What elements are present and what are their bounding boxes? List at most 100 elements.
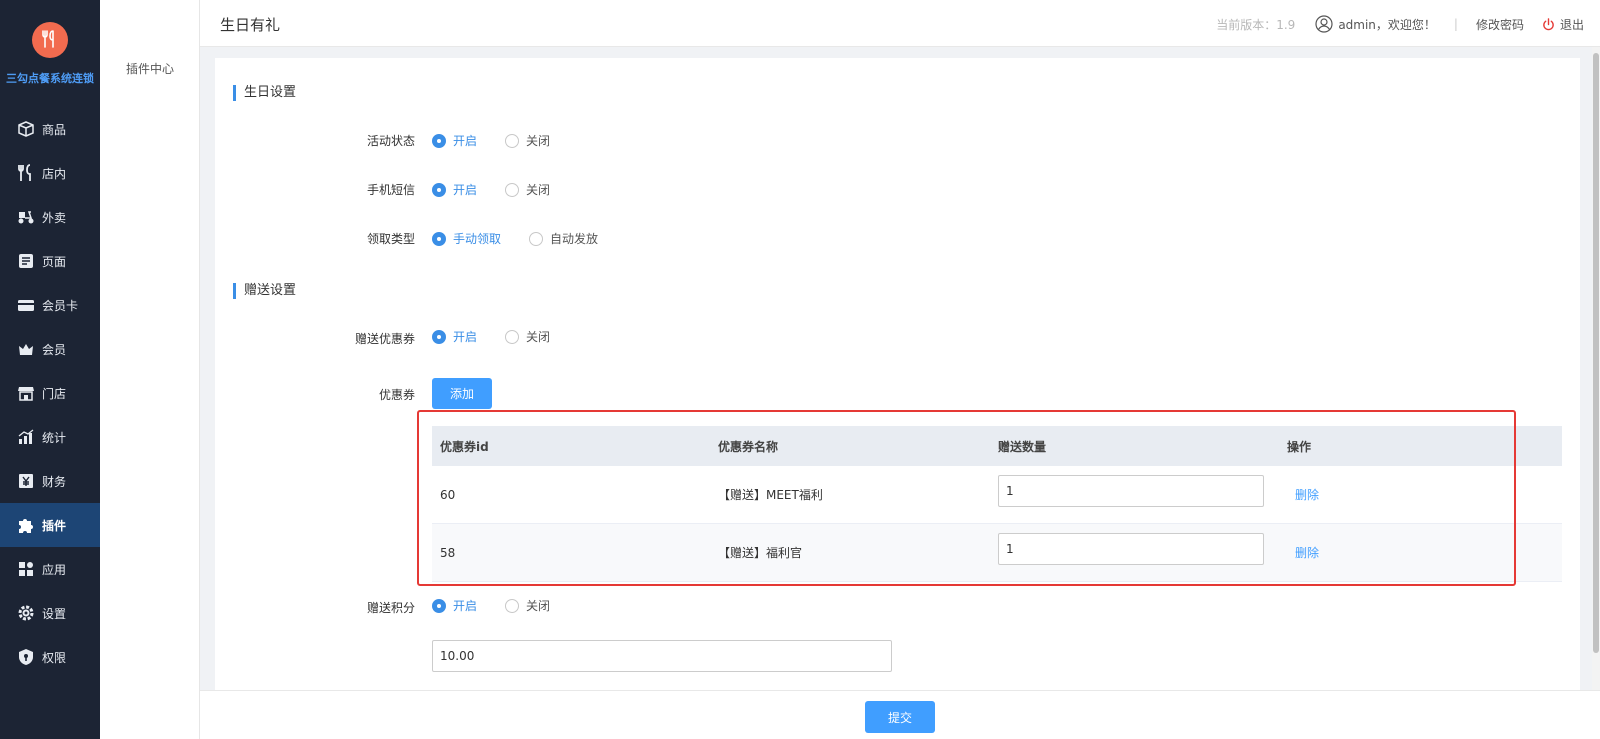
- header-divider: |: [1453, 17, 1458, 31]
- nav-label: 店内: [42, 166, 67, 181]
- scooter-icon: [16, 207, 36, 227]
- radio-claim-auto[interactable]: 自动发放: [529, 230, 598, 247]
- radio-coupon-on[interactable]: 开启: [432, 328, 477, 345]
- qty-input[interactable]: [998, 532, 1264, 565]
- label-sms: 手机短信: [366, 183, 415, 197]
- yen-icon: [16, 471, 36, 491]
- radio-label: 开启: [453, 330, 478, 344]
- top-header: 生日有礼 当前版本：1.9 admin，欢迎您！ | 修改密码 退出: [200, 0, 1600, 47]
- nav-item-takeaway[interactable]: 外卖: [0, 195, 100, 239]
- main-panel: 生日设置 活动状态 开启 关闭 手机短信 开启 关闭 领取类型 手动领取 自动发…: [215, 58, 1580, 690]
- delete-link[interactable]: 删除: [1295, 488, 1319, 502]
- section-title-gift: 赠送设置: [233, 283, 296, 299]
- radio-dot: [432, 133, 446, 148]
- cell-coupon-name: 【赠送】福利官: [718, 546, 803, 560]
- scrollbar-thumb[interactable]: [1593, 53, 1599, 653]
- header-coupon-name: 优惠券名称: [718, 439, 779, 454]
- delete-link[interactable]: 删除: [1295, 546, 1319, 560]
- nav-label: 插件: [42, 518, 67, 533]
- radio-sms-on[interactable]: 开启: [432, 181, 477, 198]
- nav-item-page[interactable]: 页面: [0, 239, 100, 283]
- label-activity-status: 活动状态: [366, 134, 415, 148]
- puzzle-icon: [16, 515, 36, 535]
- power-icon: [1542, 17, 1555, 31]
- brand-name: 三勾点餐系统连锁: [6, 72, 94, 85]
- logo[interactable]: [32, 22, 68, 58]
- add-coupon-button[interactable]: 添加: [432, 378, 492, 409]
- radio-dot: [505, 182, 519, 197]
- user-icon: [1315, 15, 1333, 33]
- radio-activity-off[interactable]: 关闭: [505, 132, 550, 149]
- nav-label: 会员卡: [42, 298, 79, 313]
- user-info: admin，欢迎您！: [1315, 15, 1436, 33]
- table-row: 58 【赠送】福利官 删除: [432, 524, 1562, 582]
- label-gift-coupon: 赠送优惠券: [354, 332, 415, 346]
- nav-item-member-card[interactable]: 会员卡: [0, 283, 100, 327]
- radio-dot: [529, 231, 543, 246]
- cell-qty: [998, 532, 1281, 565]
- shield-icon: [16, 647, 36, 667]
- radio-dot: [505, 329, 519, 344]
- submit-button[interactable]: 提交: [865, 701, 935, 733]
- radio-points-off[interactable]: 关闭: [505, 597, 550, 614]
- table-header: 优惠券id 优惠券名称 赠送数量 操作: [432, 426, 1562, 466]
- logout-label: 退出: [1559, 17, 1584, 32]
- cell-coupon-id: 60: [440, 487, 456, 502]
- header-gift-qty: 赠送数量: [998, 439, 1047, 454]
- radio-label: 开启: [453, 183, 478, 197]
- radio-sms-off[interactable]: 关闭: [505, 181, 550, 198]
- nav-item-plugins[interactable]: 插件: [0, 503, 100, 547]
- scrollbar[interactable]: [1592, 47, 1600, 690]
- sub-nav-plugin-center[interactable]: 插件中心: [100, 60, 200, 77]
- header-action: 操作: [1287, 439, 1312, 454]
- nav-label: 权限: [42, 650, 67, 665]
- coupon-table: 优惠券id 优惠券名称 赠送数量 操作 60 【赠送】MEET福利 删除 58 …: [432, 426, 1562, 582]
- qty-input[interactable]: [998, 474, 1264, 507]
- nav-label: 页面: [42, 254, 67, 269]
- radio-activity-on[interactable]: 开启: [432, 132, 477, 149]
- nav-label: 统计: [42, 430, 67, 445]
- radio-points-on[interactable]: 开启: [432, 597, 477, 614]
- cell-coupon-name: 【赠送】MEET福利: [718, 488, 823, 502]
- nav-item-settings[interactable]: 设置: [0, 591, 100, 635]
- header-coupon-id: 优惠券id: [440, 439, 489, 454]
- chart-icon: [16, 427, 36, 447]
- label-claim-type: 领取类型: [366, 232, 415, 246]
- nav-item-dine-in[interactable]: 店内: [0, 151, 100, 195]
- radio-label: 开启: [453, 134, 478, 148]
- nav-item-permissions[interactable]: 权限: [0, 635, 100, 679]
- nav-item-store[interactable]: 门店: [0, 371, 100, 415]
- radio-dot: [432, 231, 446, 246]
- card-icon: [16, 295, 36, 315]
- crown-icon: [16, 339, 36, 359]
- radio-label: 关闭: [526, 134, 551, 148]
- radio-dot: [505, 133, 519, 148]
- utensils-icon: [16, 163, 36, 183]
- cell-qty: [998, 474, 1281, 507]
- cell-coupon-id: 58: [440, 545, 456, 560]
- nav-item-finance[interactable]: 财务: [0, 459, 100, 503]
- radio-dot: [432, 182, 446, 197]
- radio-label: 关闭: [526, 183, 551, 197]
- nav-label: 设置: [42, 606, 67, 621]
- store-icon: [16, 383, 36, 403]
- radio-label: 开启: [453, 599, 478, 613]
- main-sidebar: 三勾点餐系统连锁 商品 店内 外卖 页面 会员卡 会员 门店 统计 财务 插件 …: [0, 0, 100, 739]
- table-row: 60 【赠送】MEET福利 删除: [432, 466, 1562, 524]
- nav-label: 商品: [42, 122, 67, 137]
- nav-item-member[interactable]: 会员: [0, 327, 100, 371]
- radio-label: 自动发放: [550, 232, 599, 246]
- header-actions: 当前版本：1.9 admin，欢迎您！ | 修改密码 退出: [1216, 15, 1584, 33]
- label-coupon: 优惠券: [378, 388, 415, 402]
- nav-item-goods[interactable]: 商品: [0, 107, 100, 151]
- change-password-link[interactable]: 修改密码: [1476, 16, 1524, 33]
- main-nav: 商品 店内 外卖 页面 会员卡 会员 门店 统计 财务 插件 应用 设置 权限: [0, 107, 100, 679]
- nav-item-apps[interactable]: 应用: [0, 547, 100, 591]
- radio-claim-manual[interactable]: 手动领取: [432, 230, 501, 247]
- points-input[interactable]: [432, 640, 892, 672]
- nav-item-statistics[interactable]: 统计: [0, 415, 100, 459]
- logout-button[interactable]: 退出: [1542, 16, 1584, 33]
- radio-coupon-off[interactable]: 关闭: [505, 328, 550, 345]
- radio-dot: [432, 598, 446, 613]
- gear-icon: [16, 603, 36, 623]
